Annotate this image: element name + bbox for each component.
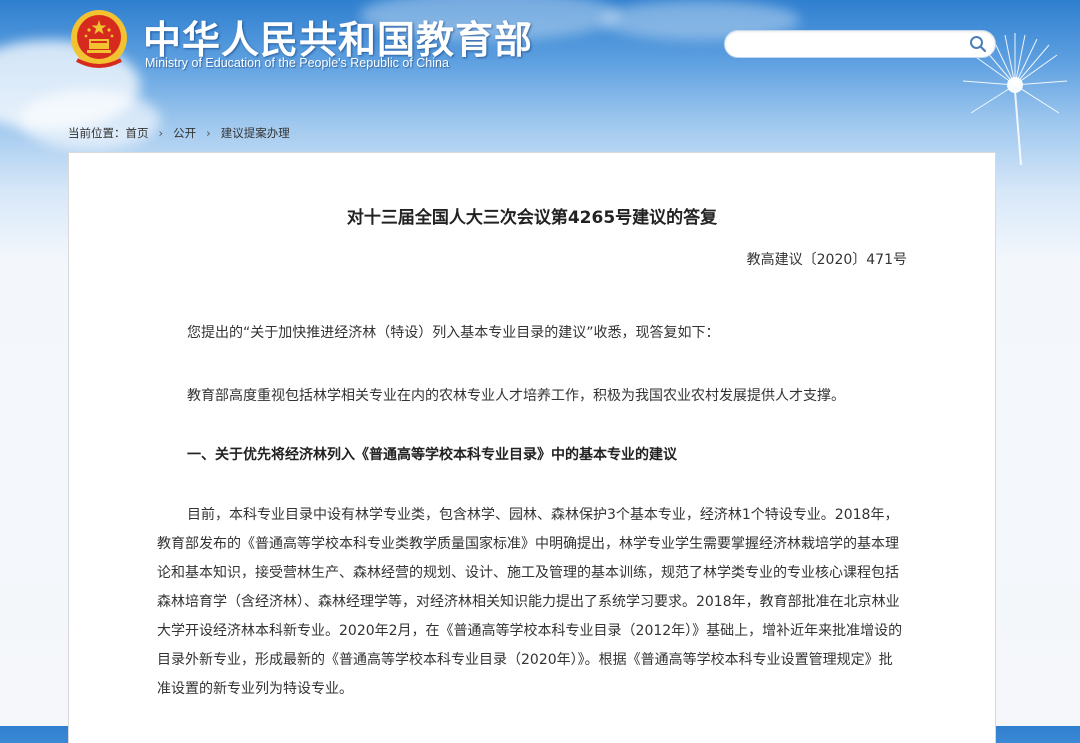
search-box [724, 30, 996, 58]
search-input[interactable] [737, 34, 961, 56]
search-icon[interactable] [969, 35, 987, 53]
breadcrumb-prefix: 当前位置： [68, 126, 126, 140]
national-emblem-icon[interactable] [69, 8, 129, 70]
breadcrumb-separator: › [158, 126, 164, 140]
breadcrumb-public-link[interactable]: 公开 [173, 126, 196, 140]
site-subtitle: Ministry of Education of the People's Re… [145, 56, 449, 70]
breadcrumb-home-link[interactable]: 首页 [126, 126, 149, 140]
article-panel: 对十三届全国人大三次会议第4265号建议的答复 教高建议〔2020〕471号 您… [68, 152, 996, 743]
breadcrumb: 当前位置：首页 › 公开 › 建议提案办理 [68, 125, 290, 141]
article-paragraph: 教育部高度重视包括林学相关专业在内的农林专业人才培养工作，积极为我国农业农村发展… [187, 388, 845, 404]
article-paragraph: 目前，本科专业目录中设有林学专业类，包含林学、园林、森林保护3个基本专业，经济林… [157, 507, 903, 697]
article-title: 对十三届全国人大三次会议第4265号建议的答复 [346, 208, 718, 228]
cloud-decoration [20, 90, 160, 150]
breadcrumb-separator: › [206, 126, 211, 140]
document-number: 教高建议〔2020〕471号 [746, 252, 907, 268]
breadcrumb-proposal-link[interactable]: 建议提案办理 [221, 126, 290, 140]
article-section-heading: 一、关于优先将经济林列入《普通高等学校本科专业目录》中的基本专业的建议 [187, 447, 677, 463]
article-paragraph: 您提出的“关于加快推进经济林（特设）列入基本专业目录的建议”收悉，现答复如下： [187, 325, 720, 341]
